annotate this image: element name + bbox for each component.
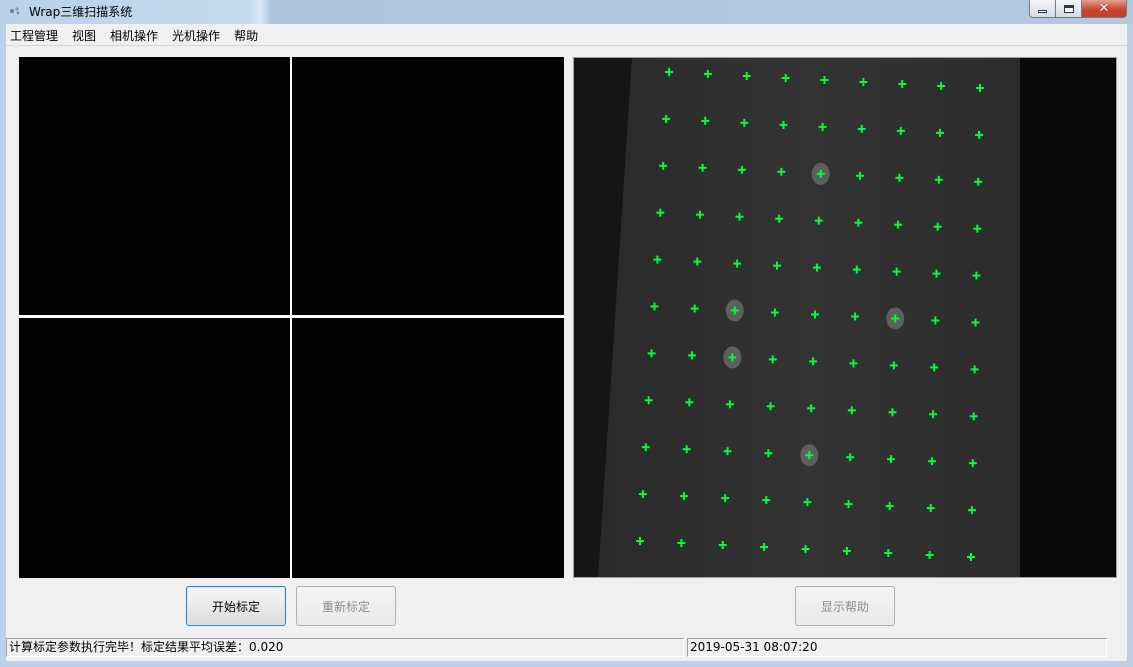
calibration-image-view[interactable]	[573, 57, 1117, 578]
menu-projector[interactable]: 光机操作	[165, 26, 227, 46]
show-help-button[interactable]: 显示帮助	[795, 586, 895, 626]
status-datetime: 2019-05-31 08:07:20	[687, 638, 1107, 657]
calibration-point	[723, 346, 742, 369]
camera-view-1[interactable]	[19, 57, 290, 315]
maximize-button[interactable]	[1056, 0, 1082, 18]
calibration-board-image	[574, 58, 1116, 577]
close-icon: ✕	[1098, 1, 1110, 16]
recalibrate-button[interactable]: 重新标定	[296, 586, 396, 626]
status-bar: 计算标定参数执行完毕！标定结果平均误差：0.020 2019-05-31 08:…	[6, 637, 1127, 661]
calibration-point	[725, 299, 744, 322]
camera-view-grid	[19, 57, 564, 578]
camera-view-4[interactable]	[292, 318, 564, 578]
maximize-icon	[1063, 4, 1074, 13]
calibration-point	[800, 444, 819, 467]
minimize-icon	[1038, 10, 1047, 13]
calibration-point	[886, 307, 905, 330]
minimize-button[interactable]	[1029, 0, 1056, 18]
window-controls: ✕	[1029, 0, 1127, 18]
menu-bar: 工程管理 视图 相机操作 光机操作 帮助	[6, 26, 1127, 46]
title-bar[interactable]: Wrap三维扫描系统 ✕	[0, 0, 1133, 24]
camera-view-3[interactable]	[19, 318, 290, 578]
app-icon	[10, 7, 20, 15]
menu-view[interactable]: 视图	[65, 26, 103, 46]
menu-camera[interactable]: 相机操作	[103, 26, 165, 46]
calibration-point	[811, 162, 830, 185]
client-area: 工程管理 视图 相机操作 光机操作 帮助 开始标定 重新标定 显示帮助 计算标定…	[6, 24, 1127, 661]
window-title: Wrap三维扫描系统	[29, 5, 133, 19]
close-button[interactable]: ✕	[1082, 0, 1127, 18]
menu-help[interactable]: 帮助	[227, 26, 265, 46]
calibration-board	[598, 58, 1020, 577]
menu-project[interactable]: 工程管理	[6, 26, 65, 46]
status-message: 计算标定参数执行完毕！标定结果平均误差：0.020	[6, 638, 684, 657]
start-calibration-button[interactable]: 开始标定	[186, 586, 286, 626]
camera-view-2[interactable]	[292, 57, 564, 315]
